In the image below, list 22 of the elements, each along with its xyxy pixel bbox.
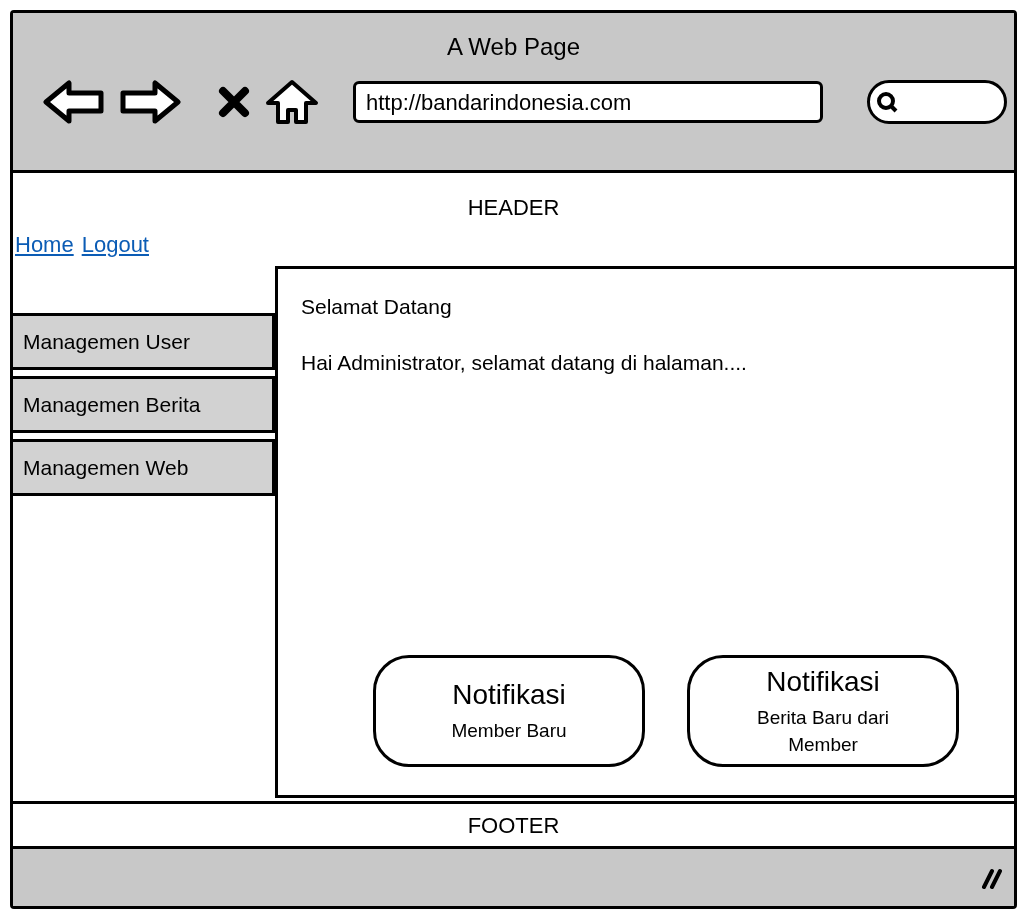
- footer-label: FOOTER: [467, 811, 560, 840]
- sidebar-item[interactable]: Managemen Web: [13, 439, 275, 496]
- window-title: A Web Page: [447, 32, 580, 62]
- nav-link[interactable]: Logout: [81, 228, 149, 261]
- search-icon: [876, 91, 898, 113]
- search-field[interactable]: [867, 80, 1007, 124]
- header-label: HEADER: [467, 194, 560, 222]
- notification-text: Berita Baru dari Member: [756, 706, 890, 757]
- url-field[interactable]: http://bandarindonesia.com: [353, 81, 823, 123]
- resize-grip-icon[interactable]: [980, 866, 1004, 889]
- nav-link[interactable]: Home: [15, 228, 74, 261]
- welcome-message: Hai Administrator, selamat datang di halaman....: [301, 349, 748, 376]
- content-title: Selamat Datang: [301, 294, 453, 320]
- notification-text: Member Baru: [450, 719, 568, 744]
- home-icon[interactable]: [265, 79, 319, 125]
- forward-icon[interactable]: [119, 79, 181, 125]
- sidebar-item[interactable]: Managemen User: [13, 313, 275, 370]
- sidebar-item[interactable]: Managemen Berita: [13, 376, 275, 433]
- close-icon[interactable]: [217, 85, 251, 119]
- notification-title: Notifikasi: [452, 678, 566, 713]
- notification-title: Notifikasi: [766, 665, 880, 700]
- back-icon[interactable]: [43, 79, 105, 125]
